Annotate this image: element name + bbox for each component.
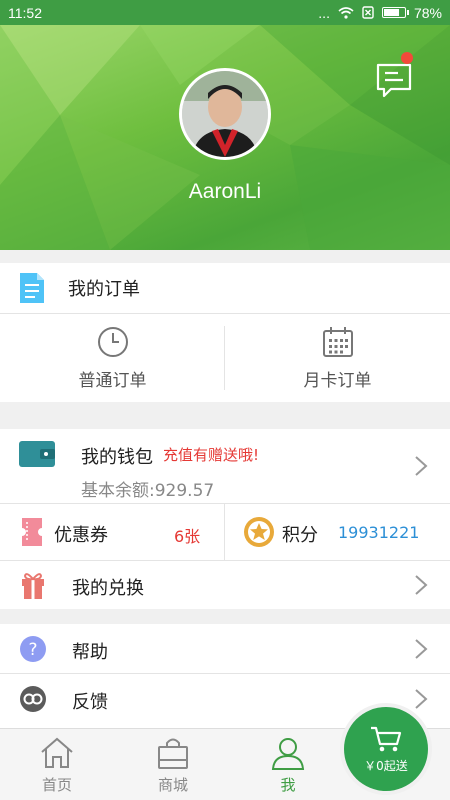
orders-card: 我的订单 普通订单 月卡订单	[0, 263, 450, 402]
profile-header: AaronLi	[0, 25, 450, 250]
question-icon: ?	[20, 636, 46, 662]
gift-icon	[22, 573, 44, 599]
calendar-icon	[322, 326, 353, 357]
exchange-row[interactable]: 我的兑换	[0, 561, 450, 609]
help-row[interactable]: ? 帮助	[0, 624, 450, 673]
battery-icon	[381, 7, 409, 18]
normal-orders-label: 普通订单	[78, 370, 147, 391]
nav-shop[interactable]: 商城	[118, 729, 228, 800]
battery-percent: 78%	[413, 4, 442, 21]
star-badge-icon	[244, 517, 274, 547]
help-label: 帮助	[72, 642, 108, 663]
nav-me-label: 我	[280, 775, 296, 794]
person-icon	[271, 737, 305, 770]
clock-icon	[97, 326, 128, 357]
cart-label: ￥0起送	[364, 758, 408, 773]
coupons-count: 6张	[174, 527, 201, 546]
my-orders-title: 我的订单	[68, 279, 140, 300]
username: AaronLi	[188, 180, 262, 203]
points-label: 积分	[282, 525, 318, 546]
chevron-right-icon	[415, 639, 428, 659]
more-dots: ...	[318, 4, 330, 21]
chevron-right-icon	[415, 456, 428, 476]
nav-home[interactable]: 首页	[2, 729, 112, 800]
message-icon[interactable]	[374, 60, 414, 100]
nav-shop-label: 商城	[157, 775, 188, 794]
coupons-label: 优惠券	[54, 525, 108, 546]
status-time: 11:52	[8, 4, 42, 21]
monthly-orders-label: 月卡订单	[303, 370, 372, 391]
nav-me[interactable]: 我	[233, 729, 343, 800]
unread-badge	[401, 52, 413, 64]
monthly-orders-button[interactable]: 月卡订单	[225, 314, 450, 402]
avatar[interactable]	[179, 68, 271, 160]
points-value: 19931221	[338, 523, 420, 542]
cart-icon	[371, 726, 402, 751]
nav-home-label: 首页	[41, 775, 72, 794]
exchange-label: 我的兑换	[72, 578, 144, 599]
points-button[interactable]: 积分 19931221	[225, 504, 450, 560]
normal-orders-button[interactable]: 普通订单	[0, 314, 225, 402]
wallet-row[interactable]: 我的钱包 充值有赠送哦! 基本余额:929.57	[0, 429, 450, 503]
avatar-photo	[182, 71, 268, 157]
status-bar: 11:52 ... 78%	[0, 0, 450, 25]
shop-bag-icon	[158, 738, 188, 769]
cart-button[interactable]: ￥0起送	[344, 707, 428, 791]
wallet-icon	[19, 441, 55, 467]
wifi-icon	[338, 6, 354, 19]
wallet-title: 我的钱包	[81, 447, 153, 468]
sim-off-icon	[362, 6, 374, 19]
wallet-promo: 充值有赠送哦!	[163, 446, 260, 464]
chevron-right-icon	[415, 575, 428, 595]
document-icon	[20, 273, 44, 303]
wallet-card: 我的钱包 充值有赠送哦! 基本余额:929.57 优惠券 6张 积分 19931…	[0, 429, 450, 609]
feedback-icon	[20, 686, 46, 712]
feedback-label: 反馈	[72, 692, 108, 713]
my-orders-row[interactable]: 我的订单	[0, 263, 450, 313]
home-icon	[41, 737, 73, 768]
svg-text:?: ?	[28, 640, 37, 660]
wallet-balance: 基本余额:929.57	[81, 481, 215, 501]
coupons-button[interactable]: 优惠券 6张	[0, 504, 225, 560]
chevron-right-icon	[415, 689, 428, 709]
coupon-icon	[22, 518, 42, 546]
